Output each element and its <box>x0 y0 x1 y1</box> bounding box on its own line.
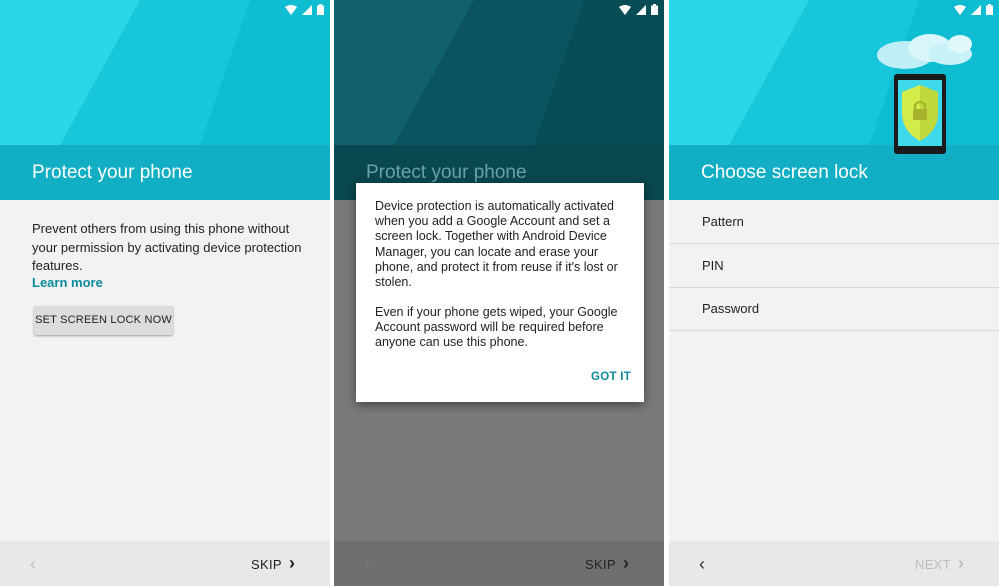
next-button[interactable]: NEXT <box>915 557 951 572</box>
battery-icon <box>651 4 658 15</box>
title-bar: Choose screen lock <box>669 145 999 200</box>
list-item-pin[interactable]: PIN <box>669 244 999 288</box>
device-protection-dialog: Device protection is automatically activ… <box>356 183 644 402</box>
battery-icon <box>317 4 324 15</box>
learn-more-link[interactable]: Learn more <box>32 275 103 290</box>
back-chevron-icon[interactable]: ‹ <box>30 554 36 575</box>
signal-icon <box>971 4 981 15</box>
screen-lock-options-list: Pattern PIN Password <box>669 200 999 541</box>
battery-icon <box>986 4 993 15</box>
option-label: PIN <box>702 258 724 273</box>
chevron-right-icon[interactable]: › <box>958 553 964 574</box>
title-bar: Protect your phone <box>0 145 330 200</box>
page-title: Protect your phone <box>32 162 193 183</box>
hero-background-shapes <box>334 0 664 145</box>
page-title: Protect your phone <box>366 162 527 183</box>
back-chevron-icon[interactable]: ‹ <box>699 554 705 575</box>
wifi-icon <box>285 4 297 15</box>
dialog-paragraph-1: Device protection is automatically activ… <box>375 199 618 290</box>
hero-banner <box>669 0 999 145</box>
signal-icon <box>636 4 646 15</box>
back-chevron-icon[interactable]: ‹ <box>364 554 370 575</box>
skip-button[interactable]: SKIP <box>585 557 616 572</box>
option-label: Password <box>702 301 760 316</box>
page-title: Choose screen lock <box>701 162 868 183</box>
list-item-password[interactable]: Password <box>669 287 999 331</box>
bottom-navigation-bar: ‹ SKIP › <box>0 541 330 586</box>
wifi-icon <box>954 4 966 15</box>
signal-icon <box>302 4 312 15</box>
got-it-button[interactable]: GOT IT <box>591 371 631 383</box>
skip-button[interactable]: SKIP <box>251 557 282 572</box>
chevron-right-icon[interactable]: › <box>289 553 295 574</box>
chevron-right-icon[interactable]: › <box>623 553 629 574</box>
list-item-pattern[interactable]: Pattern <box>669 200 999 244</box>
dialog-paragraph-2: Even if your phone gets wiped, your Goog… <box>375 305 618 350</box>
hero-banner <box>0 0 330 145</box>
status-bar <box>954 4 993 15</box>
bottom-navigation-bar: ‹ NEXT › <box>669 541 999 586</box>
hero-background-shapes <box>0 0 330 145</box>
status-bar <box>285 4 324 15</box>
status-bar <box>619 4 658 15</box>
cloud-icon <box>877 34 972 69</box>
option-label: Pattern <box>702 214 744 229</box>
set-screen-lock-button[interactable]: SET SCREEN LOCK NOW <box>34 306 173 335</box>
bottom-navigation-bar: ‹ SKIP › <box>334 541 664 586</box>
content-area: Prevent others from using this phone wit… <box>0 200 330 541</box>
hero-banner <box>334 0 664 145</box>
phone-shield-lock-icon <box>894 74 946 154</box>
description-text: Prevent others from using this phone wit… <box>32 221 302 273</box>
screen-choose-screen-lock: Choose screen lock Pattern PIN Password … <box>669 0 999 586</box>
screen-protect-phone-dialog: Protect your phone ‹ SKIP › Device prote… <box>334 0 664 586</box>
wifi-icon <box>619 4 631 15</box>
screen-protect-phone: Protect your phone Prevent others from u… <box>0 0 330 586</box>
